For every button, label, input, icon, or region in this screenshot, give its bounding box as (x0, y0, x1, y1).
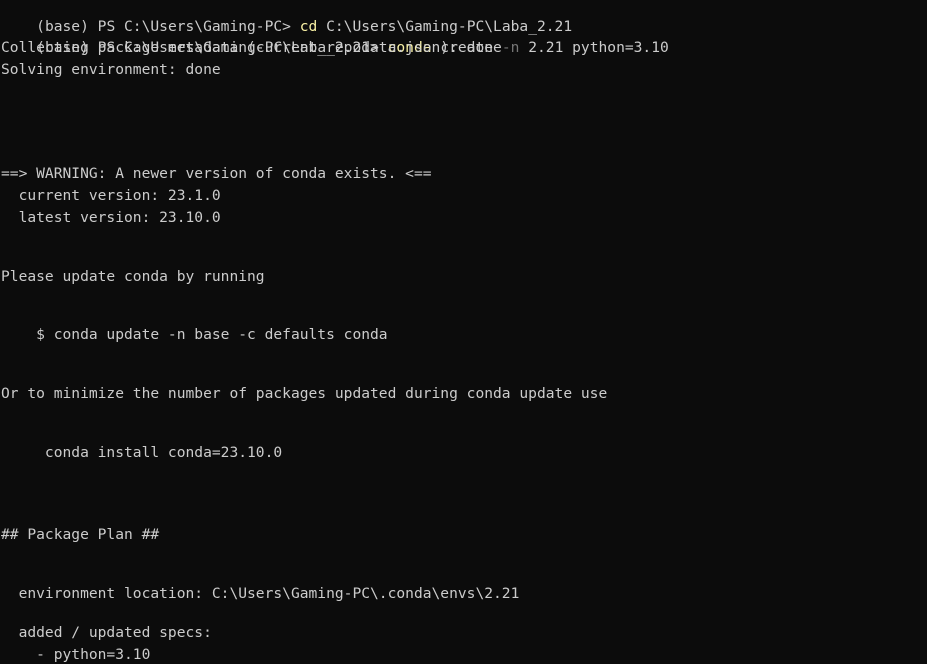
terminal-line-update-hint: Please update conda by running (1, 268, 265, 285)
terminal-line-minimize-hint: Or to minimize the number of packages up… (1, 385, 608, 402)
terminal-output[interactable]: (base) PS C:\Users\Gaming-PC> cd C:\User… (0, 0, 927, 664)
terminal-line-current-version: current version: 23.1.0 (1, 187, 221, 204)
terminal-line-update-command: $ conda update -n base -c defaults conda (1, 326, 388, 343)
terminal-line-latest-version: latest version: 23.10.0 (1, 209, 221, 226)
terminal-line-solving-environment: Solving environment: done (1, 61, 221, 78)
terminal-line-package-plan: ## Package Plan ## (1, 526, 160, 543)
terminal-line-collecting-metadata: Collecting package metadata (current_rep… (1, 39, 502, 56)
terminal-line-cd-command: (base) PS C:\Users\Gaming-PC> cd C:\User… (1, 0, 572, 35)
terminal-line-install-command: conda install conda=23.10.0 (1, 444, 283, 461)
command-args: 2.21 python=3.10 (519, 39, 669, 56)
terminal-line-warning: ==> WARNING: A newer version of conda ex… (1, 165, 432, 182)
terminal-line-environment-location: environment location: C:\Users\Gaming-PC… (1, 585, 520, 602)
terminal-line-conda-create-command: (base) PS C:\Users\Gaming-PC\Laba_2.21> … (1, 15, 669, 56)
terminal-line-python-spec: - python=3.10 (1, 646, 151, 663)
terminal-line-added-specs: added / updated specs: (1, 624, 212, 641)
command-parameter: -n (501, 39, 520, 56)
